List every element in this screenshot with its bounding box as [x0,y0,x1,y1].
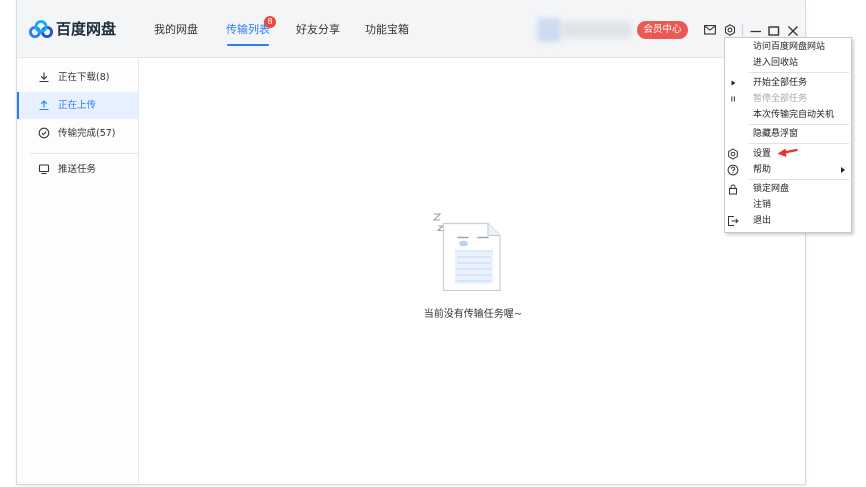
menu-item-hide-float-window[interactable]: 隐藏悬浮窗 [725,126,851,142]
gear-icon [724,24,736,36]
logo[interactable]: 百度网盘 [28,18,116,40]
baidu-netdisk-logo-icon [29,20,53,38]
menu-item-label: 设置 [753,148,772,159]
notification-badge: 8 [264,16,276,28]
menu-item-start-all[interactable]: 开始全部任务 [725,75,851,91]
blurred-user-info[interactable] [535,16,635,44]
menu-item-label: 帮助 [753,164,772,175]
download-icon [38,71,50,83]
menu-item-label: 退出 [753,216,772,226]
menu-item-label: 暂停全部任务 [753,93,808,104]
menu-item-visit-website[interactable]: 访问百度网盘网站 [725,39,851,55]
exit-icon [727,215,739,227]
sidebar-item-label: 正在下载(8) [58,72,110,83]
help-icon [727,164,739,176]
red-arrow-icon [777,148,798,157]
header-divider [742,24,743,36]
menu-item-label: 隐藏悬浮窗 [753,129,799,139]
nav-item-toolbox[interactable]: 功能宝箱 [365,23,409,37]
maximize-icon [768,26,780,36]
menu-item-label: 锁定网盘 [753,184,790,194]
vip-center-button[interactable]: 会员中心 [637,21,688,39]
menu-item-logout[interactable]: 注销 [725,197,851,213]
app-window: 百度网盘 我的网盘 传输列表 8 好友分享 功能宝箱 会员中心 正在下载(8) … [17,0,805,484]
close-button[interactable] [787,25,799,37]
minimize-button[interactable] [750,25,762,37]
close-icon [788,26,798,36]
sidebar-item-downloading[interactable]: 正在下载(8) [17,64,138,91]
maximize-button[interactable] [768,25,780,37]
menu-item-pause-all: 暂停全部任务 [725,91,851,107]
menu-item-label: 进入回收站 [753,58,799,68]
sidebar-item-label: 传输完成(57) [58,128,116,139]
sidebar-item-completed[interactable]: 传输完成(57) [17,120,138,147]
sidebar-item-uploading[interactable]: 正在上传 [17,92,138,119]
upload-icon [38,99,50,111]
mail-icon [704,25,716,35]
sidebar-item-label: 正在上传 [58,100,97,111]
nav-item-my-netdisk[interactable]: 我的网盘 [154,23,198,37]
pause-icon [727,93,739,105]
menu-item-help[interactable]: 帮助 [725,162,851,178]
menu-item-label: 注销 [753,200,772,210]
lock-icon [727,183,739,195]
messages-button[interactable] [704,25,716,37]
sidebar-divider [30,153,138,154]
settings-dropdown-menu: 访问百度网盘网站 进入回收站 开始全部任务 暂停全部任务 本次传输完自动关机 隐… [724,37,852,233]
sidebar: 正在下载(8) 正在上传 传输完成(57) 推送任务 [17,58,139,484]
logo-text: 百度网盘 [56,20,117,38]
check-circle-icon [38,127,50,139]
menu-item-exit[interactable]: 退出 [725,213,851,229]
menu-item-auto-shutdown[interactable]: 本次传输完自动关机 [725,107,851,123]
nav-item-friend-share[interactable]: 好友分享 [296,23,340,37]
play-icon [727,77,739,89]
menu-item-label: 开始全部任务 [753,77,808,88]
header: 百度网盘 我的网盘 传输列表 8 好友分享 功能宝箱 会员中心 [17,0,805,58]
menu-item-recycle-bin[interactable]: 进入回收站 [725,55,851,71]
menu-item-label: 本次传输完自动关机 [753,109,835,120]
settings-button[interactable] [724,24,736,36]
avatar [537,18,561,42]
menu-item-label: 访问百度网盘网站 [753,42,826,52]
gear-icon [727,147,739,160]
sidebar-item-label: 推送任务 [58,164,97,175]
nav-item-label: 传输列表 [226,23,270,36]
empty-state-text: 当前没有传输任务喔~ [423,309,523,320]
monitor-icon [38,163,50,175]
blurred-username [563,22,631,38]
sidebar-item-push-tasks[interactable]: 推送任务 [17,156,138,183]
sleeping-document-icon [432,213,501,292]
nav-item-transfer-list[interactable]: 传输列表 [226,23,270,37]
minimize-icon [750,30,761,33]
active-tab-underline [227,44,269,46]
submenu-arrow-icon [841,166,845,173]
menu-item-lock[interactable]: 锁定网盘 [725,181,851,197]
